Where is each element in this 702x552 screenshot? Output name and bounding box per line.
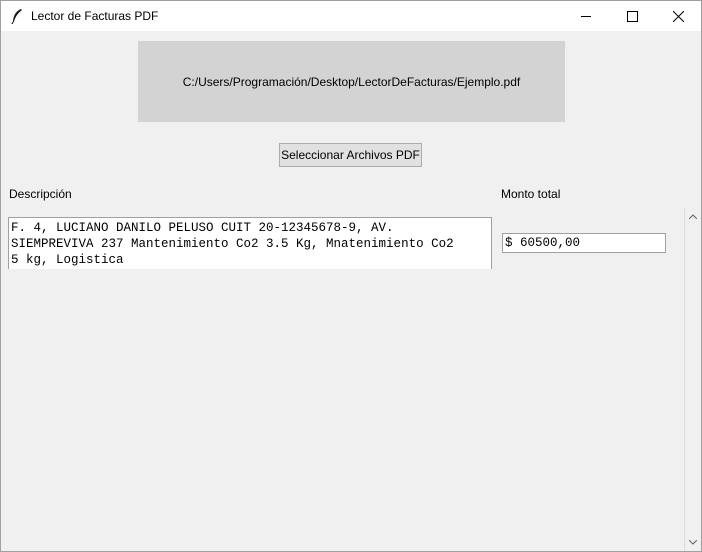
descripcion-label: Descripción: [9, 187, 72, 201]
vertical-scrollbar[interactable]: [684, 208, 701, 551]
file-path-label: C:/Users/Programación/Desktop/LectorDeFa…: [138, 41, 565, 122]
chevron-down-icon: [689, 540, 697, 545]
scroll-up-button[interactable]: [685, 208, 701, 225]
descripcion-text[interactable]: [8, 217, 492, 269]
maximize-icon: [626, 10, 638, 22]
minimize-button[interactable]: [563, 1, 609, 31]
feather-icon: [10, 8, 24, 25]
monto-total-input[interactable]: [502, 233, 666, 253]
maximize-button[interactable]: [609, 1, 655, 31]
monto-total-label: Monto total: [501, 187, 561, 201]
minimize-icon: [580, 15, 591, 17]
scroll-down-button[interactable]: [685, 534, 701, 551]
window-title: Lector de Facturas PDF: [31, 9, 159, 23]
close-button[interactable]: [655, 1, 701, 31]
close-icon: [672, 10, 684, 22]
title-bar[interactable]: Lector de Facturas PDF: [1, 1, 701, 31]
chevron-up-icon: [689, 214, 697, 219]
select-pdf-button[interactable]: Seleccionar Archivos PDF: [279, 143, 422, 167]
app-window: Lector de Facturas PDF C:/Users/Programa…: [0, 0, 702, 552]
